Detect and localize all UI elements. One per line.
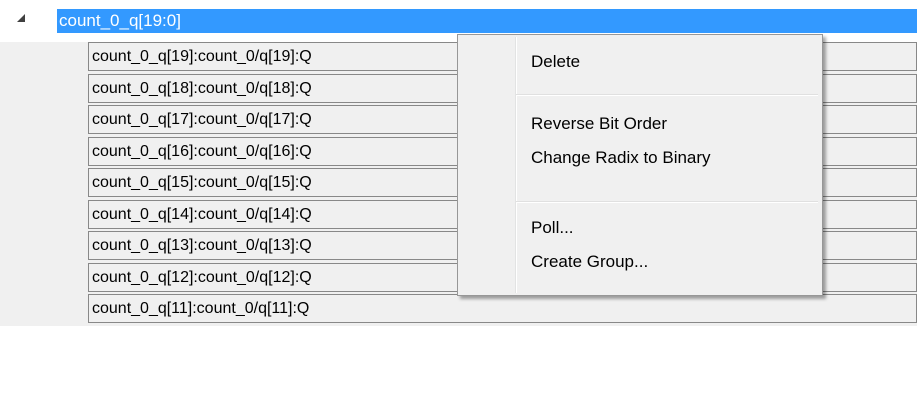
menu-item-label: Reverse Bit Order [531,114,668,133]
menu-item-label: Delete [531,52,581,71]
collapse-triangle-icon[interactable] [14,11,30,27]
menu-item-reverse-bit-order[interactable]: Reverse Bit Order [460,107,820,141]
signal-row[interactable]: count_0_q[11]:count_0/q[11]:Q [0,294,917,326]
menu-item-create-group[interactable]: Create Group... [460,245,820,279]
group-label[interactable]: count_0_q[19:0] [57,9,917,33]
menu-separator [516,94,818,96]
context-menu: Delete Reverse Bit Order Change Radix to… [457,34,823,296]
menu-separator [516,201,818,203]
menu-item-label: Change Radix to Binary [531,148,711,167]
menu-item-poll[interactable]: Poll... [460,211,820,245]
menu-item-label: Create Group... [531,252,649,271]
menu-item-change-radix[interactable]: Change Radix to Binary [460,141,820,175]
signal-name[interactable]: count_0_q[11]:count_0/q[11]:Q [88,294,917,323]
menu-item-label: Poll... [531,218,574,237]
signal-tree-view: count_0_q[19:0] count_0_q[19]:count_0/q[… [0,0,917,403]
menu-item-delete[interactable]: Delete [460,45,820,79]
group-row[interactable]: count_0_q[19:0] [0,6,917,36]
